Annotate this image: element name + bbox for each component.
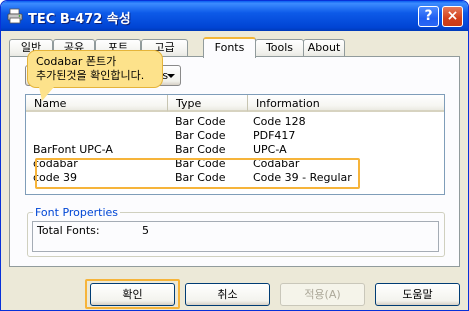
font-properties-title: Font Properties [33, 206, 121, 219]
font-information: PDF417 [253, 129, 296, 142]
total-fonts-value: 5 [142, 224, 149, 237]
list-item[interactable]: BarFont UPC-A Bar Code UPC-A [26, 143, 444, 157]
list-item[interactable]: Bar Code Code 128 [26, 115, 444, 129]
tab-fonts[interactable]: Fonts [203, 37, 256, 58]
callout-tail [39, 87, 54, 101]
window-title: TEC B-472 속성 [28, 12, 131, 27]
callout-line-1: Codabar 폰트가 [36, 55, 117, 68]
font-information: Code 128 [253, 115, 306, 128]
ok-button[interactable]: 확인 [90, 283, 175, 306]
callout-line-2: 추가된것을 확인합니다. [36, 69, 145, 82]
apply-button[interactable]: 적용(A) [280, 283, 365, 306]
title-bar[interactable]: TEC B-472 속성 ? × [1, 1, 468, 31]
properties-dialog: TEC B-472 속성 ? × 일반 공유 포트 고급 Fonts Tools… [0, 0, 469, 311]
chevron-down-icon [167, 74, 175, 78]
font-type: Bar Code [175, 143, 226, 156]
tab-tools[interactable]: Tools [255, 39, 304, 57]
column-header-information[interactable]: Information [248, 95, 444, 112]
font-information: UPC-A [253, 143, 287, 156]
total-fonts-label: Total Fonts: [37, 224, 100, 237]
close-title-button[interactable]: × [442, 6, 463, 27]
font-name: BarFont UPC-A [33, 143, 113, 156]
help-title-button[interactable]: ? [418, 6, 439, 27]
cancel-button[interactable]: 취소 [185, 283, 270, 306]
column-header-type[interactable]: Type [168, 95, 248, 112]
font-type: Bar Code [175, 115, 226, 128]
help-button[interactable]: 도움말 [375, 283, 460, 306]
new-fonts-highlight [35, 158, 360, 189]
font-type: Bar Code [175, 129, 226, 142]
list-item[interactable]: Bar Code PDF417 [26, 129, 444, 143]
callout-bubble: Codabar 폰트가 추가된것을 확인합니다. [27, 50, 163, 88]
tab-about[interactable]: About [303, 39, 345, 57]
printer-icon [7, 8, 23, 24]
